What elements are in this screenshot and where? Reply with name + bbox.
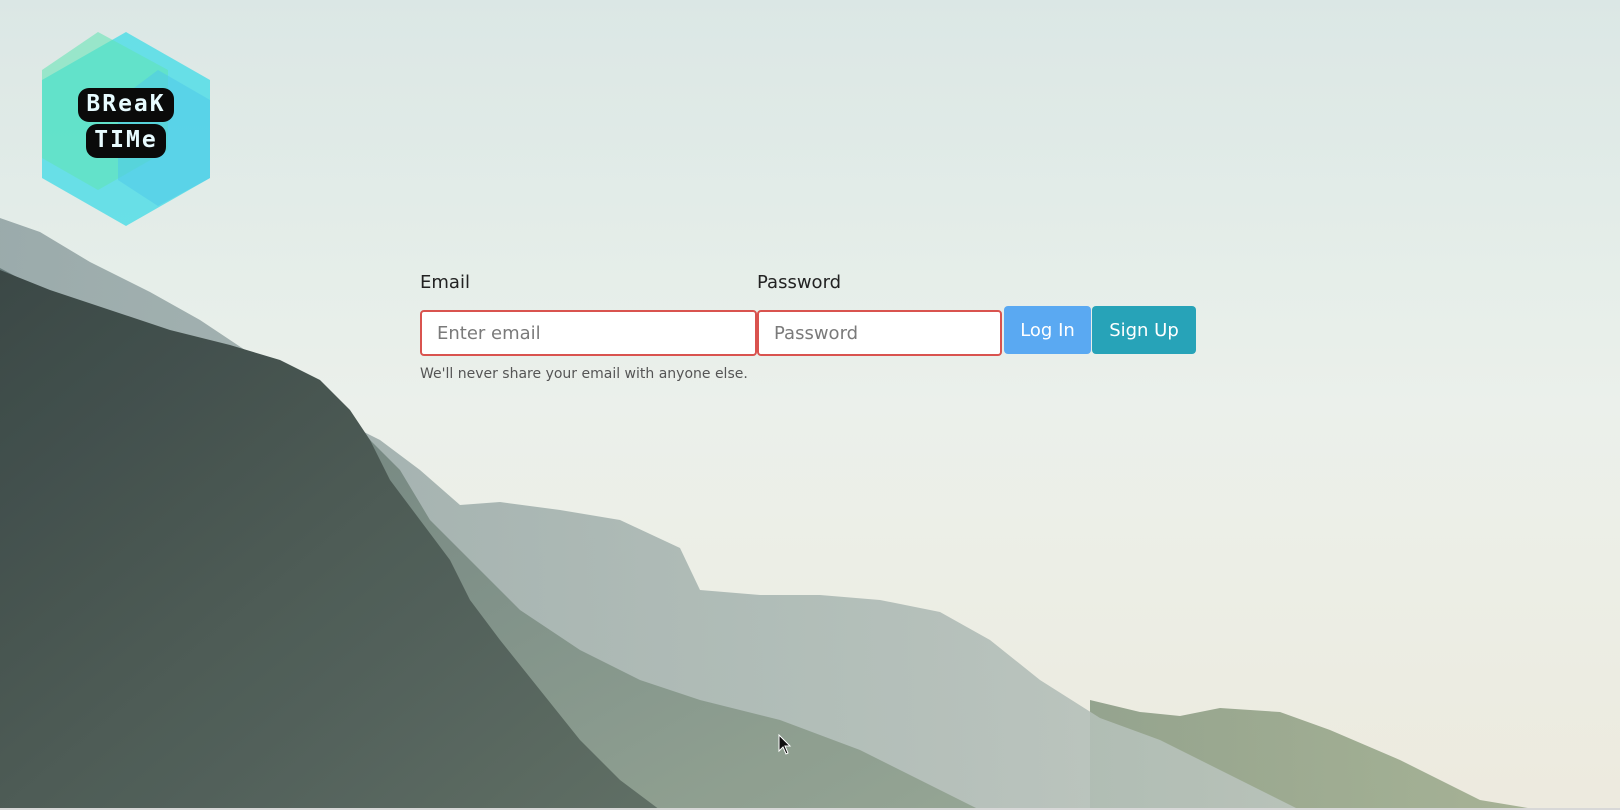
sign-up-button[interactable]: Sign Up [1092,306,1196,354]
log-in-button[interactable]: Log In [1004,306,1091,354]
email-input[interactable] [420,310,757,356]
login-form: Email Password Log In Sign Up We'll neve… [420,270,1200,390]
mouse-pointer-icon [778,734,792,755]
mountain-background-image [0,0,1620,810]
logo-text-line-1: BReaK [80,90,172,120]
email-label: Email [420,272,470,293]
email-help-text: We'll never share your email with anyone… [420,366,748,382]
login-page: BReaK TIMe Email Password Log In Sign Up… [0,0,1620,810]
password-input[interactable] [757,310,1002,356]
logo-text-line-2: TIMe [88,126,164,156]
password-label: Password [757,272,842,293]
break-time-logo: BReaK TIMe [38,30,214,228]
